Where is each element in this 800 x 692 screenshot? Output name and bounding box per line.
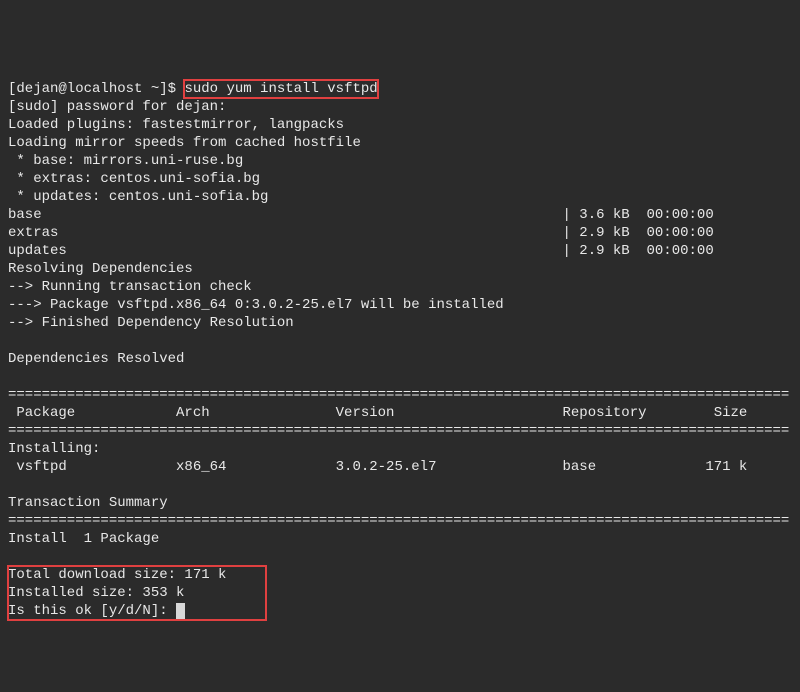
blank-line-4 [8,548,792,566]
trans-check-line: --> Running transaction check [8,278,792,296]
cursor-icon [176,603,185,619]
mirror-load-line: Loading mirror speeds from cached hostfi… [8,134,792,152]
table-header: Package Arch Version Repository Size [8,404,792,422]
prompt-line: [dejan@localhost ~]$ sudo yum install vs… [8,80,792,98]
prompt-user-host: [dejan@localhost ~]$ [8,81,184,97]
deps-resolved-line: Dependencies Resolved [8,350,792,368]
command-text: sudo yum install vsftpd [184,81,377,97]
ruler-top: ========================================… [8,386,792,404]
mirror-extras-line: * extras: centos.uni-sofia.bg [8,170,792,188]
blank-line-3 [8,476,792,494]
plugins-line: Loaded plugins: fastestmirror, langpacks [8,116,792,134]
package-row: vsftpd x86_64 3.0.2-25.el7 base 171 k [8,458,792,476]
command-highlight: sudo yum install vsftpd [184,80,377,98]
confirm-highlight-box: Total download size: 171 kInstalled size… [8,566,266,620]
confirm-prompt-text: Is this ok [y/d/N]: [8,603,176,619]
ruler-bottom: ========================================… [8,512,792,530]
resolving-line: Resolving Dependencies [8,260,792,278]
download-size-line: Total download size: 171 k [8,566,226,584]
trans-summary-line: Transaction Summary [8,494,792,512]
ruler-mid: ========================================… [8,422,792,440]
installed-size-line: Installed size: 353 k [8,584,226,602]
mirror-updates-line: * updates: centos.uni-sofia.bg [8,188,792,206]
blank-line [8,332,792,350]
repo-extras-line: extras | 2.9 kB 00:00:00 [8,224,792,242]
sudo-password-line: [sudo] password for dejan: [8,98,792,116]
finished-line: --> Finished Dependency Resolution [8,314,792,332]
installing-label: Installing: [8,440,792,458]
confirm-prompt-line[interactable]: Is this ok [y/d/N]: [8,602,226,620]
blank-line-2 [8,368,792,386]
pkg-install-line: ---> Package vsftpd.x86_64 0:3.0.2-25.el… [8,296,792,314]
repo-updates-line: updates | 2.9 kB 00:00:00 [8,242,792,260]
install-count-line: Install 1 Package [8,530,792,548]
repo-base-line: base | 3.6 kB 00:00:00 [8,206,792,224]
mirror-base-line: * base: mirrors.uni-ruse.bg [8,152,792,170]
